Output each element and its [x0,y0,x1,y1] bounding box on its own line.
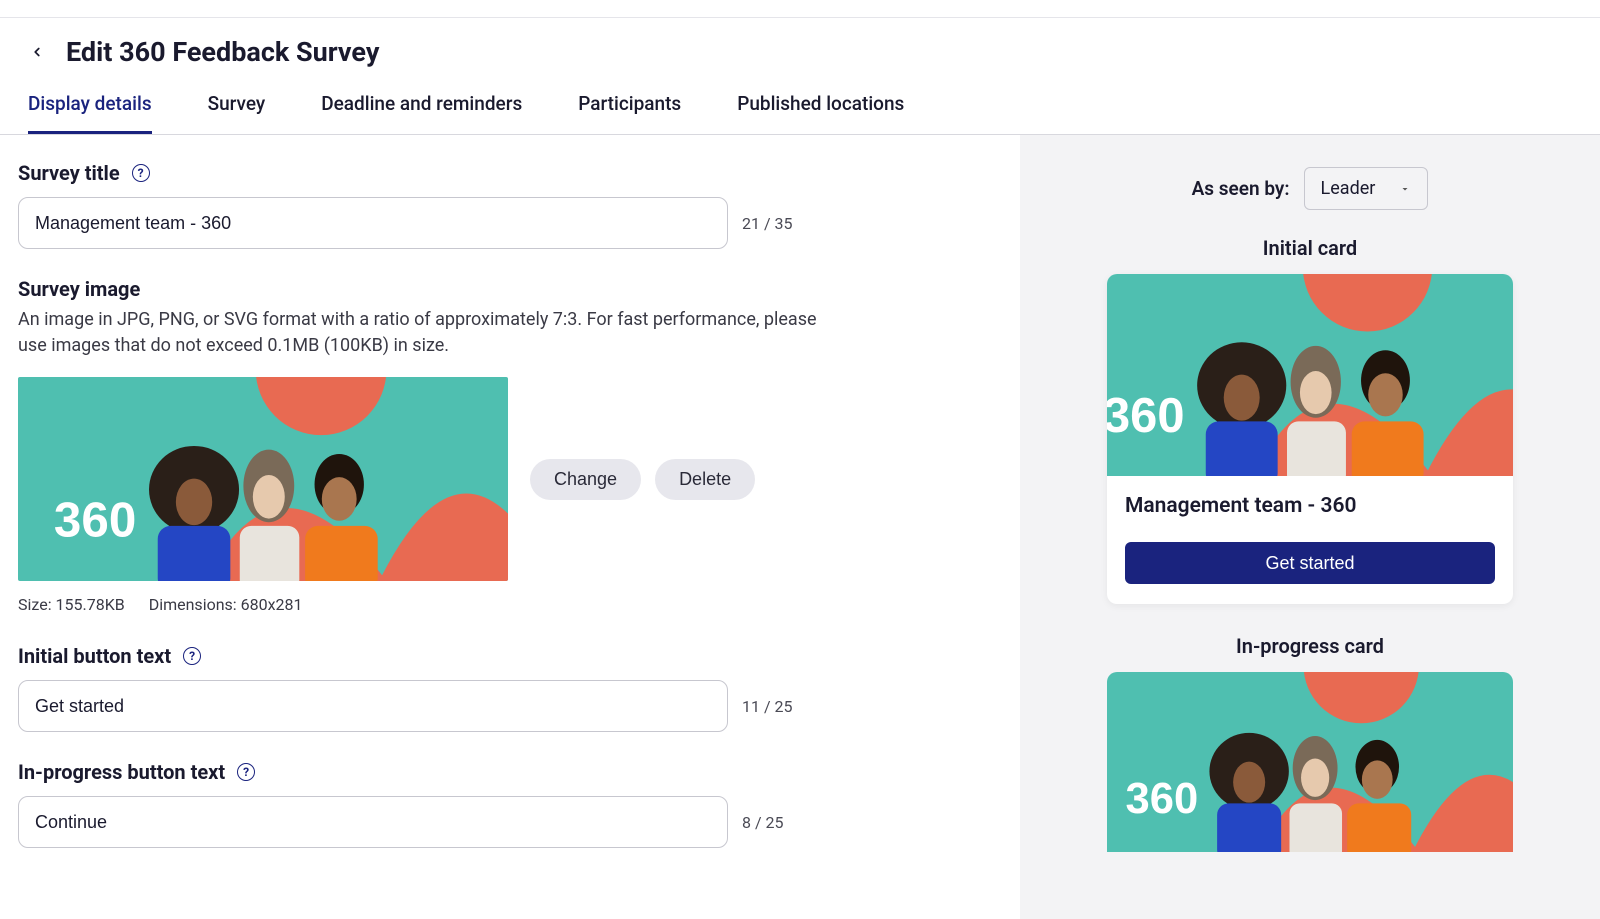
top-chrome-divider [0,0,1600,18]
survey-image-preview [18,377,508,581]
inprogress-button-text-counter: 8 / 25 [742,813,784,832]
survey-image-help-text: An image in JPG, PNG, or SVG format with… [18,307,848,359]
page-title: Edit 360 Feedback Survey [66,36,379,68]
chevron-left-icon [30,45,44,59]
image-size: Size: 155.78KB [18,595,125,614]
change-image-button[interactable]: Change [530,459,641,500]
inprogress-button-text-input[interactable] [18,796,728,848]
image-dimensions: Dimensions: 680x281 [149,595,303,614]
form-panel: Survey title ? 21 / 35 Survey image An i… [0,135,1020,919]
tabs: Display details Survey Deadline and remi… [0,74,1600,135]
caret-down-icon [1399,183,1411,195]
survey-title-label: Survey title [18,161,120,185]
initial-card-heading: Initial card [1020,236,1600,260]
tab-display-details[interactable]: Display details [28,92,152,134]
tab-published-locations[interactable]: Published locations [737,92,904,134]
survey-title-input[interactable] [18,197,728,249]
tab-deadline[interactable]: Deadline and reminders [321,92,522,134]
help-icon[interactable]: ? [237,763,255,781]
image-meta: Size: 155.78KB Dimensions: 680x281 [18,595,990,614]
initial-card-image [1107,274,1513,476]
tab-survey[interactable]: Survey [208,92,266,134]
as-seen-by-label: As seen by: [1192,177,1290,200]
delete-image-button[interactable]: Delete [655,459,755,500]
survey-title-counter: 21 / 35 [742,214,793,233]
as-seen-by-select[interactable]: Leader [1304,167,1429,210]
initial-card-cta-button[interactable]: Get started [1125,542,1495,584]
initial-button-text-counter: 11 / 25 [742,697,793,716]
initial-button-text-label: Initial button text [18,644,171,668]
as-seen-by-value: Leader [1321,178,1376,199]
help-icon[interactable]: ? [183,647,201,665]
survey-image-label: Survey image [18,277,140,301]
initial-button-text-input[interactable] [18,680,728,732]
preview-panel: As seen by: Leader Initial card Manageme… [1020,135,1600,919]
inprogress-card-heading: In-progress card [1020,634,1600,658]
help-icon[interactable]: ? [132,164,150,182]
back-button[interactable] [24,39,50,65]
tab-participants[interactable]: Participants [578,92,681,134]
inprogress-card-image [1107,672,1513,852]
initial-card-preview: Management team - 360 Get started [1107,274,1513,604]
inprogress-button-text-label: In-progress button text [18,760,225,784]
initial-card-title: Management team - 360 [1125,494,1495,518]
